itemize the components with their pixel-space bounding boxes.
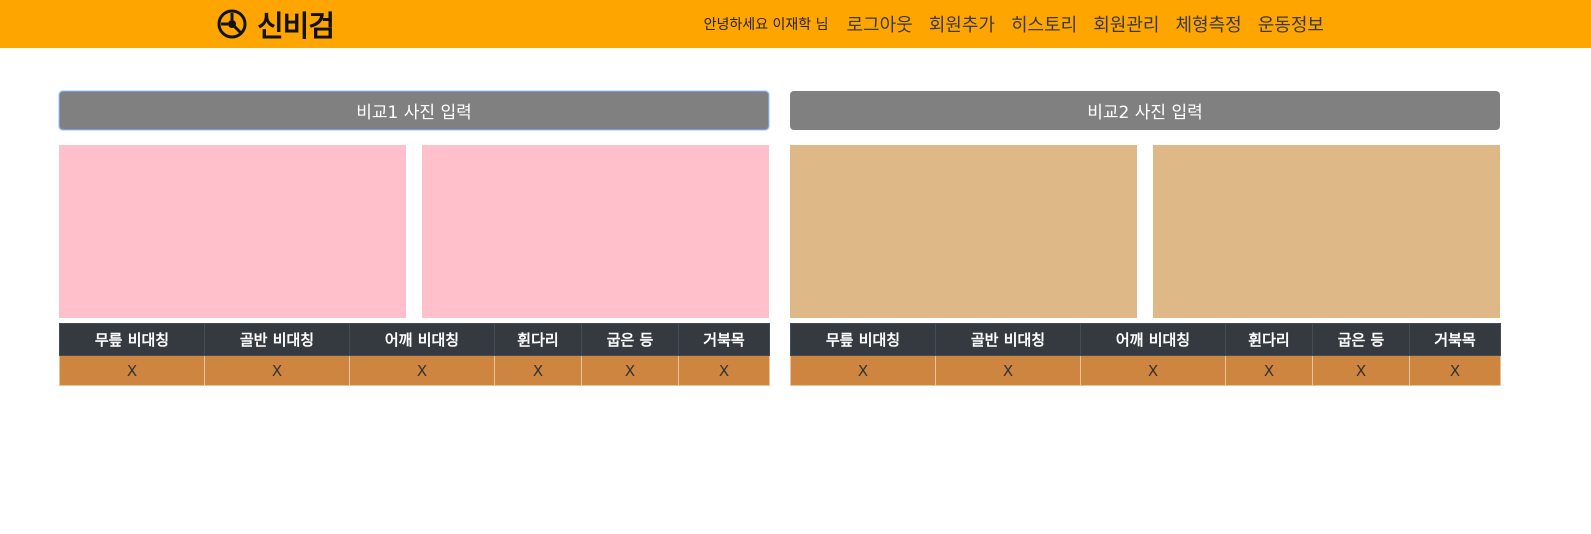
brand-logo-icon xyxy=(217,9,247,39)
column-header: 휜다리 xyxy=(1225,323,1313,356)
user-greeting: 안녕하세요 이재학 님 xyxy=(703,17,829,33)
compare1-photo-front[interactable] xyxy=(59,145,406,318)
table-cell: X xyxy=(581,355,679,386)
table-cell: X xyxy=(494,355,582,386)
compare1-photo-side[interactable] xyxy=(422,145,769,318)
compare1-photos xyxy=(59,145,769,318)
table-row: X X X X X X xyxy=(59,355,770,386)
brand[interactable]: 신비검 xyxy=(217,6,335,43)
table-cell: X xyxy=(678,355,770,386)
table-cell: X xyxy=(59,355,205,386)
compare2-photo-front[interactable] xyxy=(790,145,1137,318)
table-cell: X xyxy=(1312,355,1410,386)
table-cell: X xyxy=(935,355,1081,386)
compare-panel-2: 비교2 사진 입력 무릎 비대칭 골반 비대칭 어깨 비대칭 휜다리 굽은 등 … xyxy=(790,91,1501,386)
column-header: 골반 비대칭 xyxy=(204,323,350,356)
column-header: 무릎 비대칭 xyxy=(59,323,205,356)
nav-history[interactable]: 히스토리 xyxy=(1011,11,1077,37)
table-cell: X xyxy=(1080,355,1226,386)
compare2-photo-upload-button[interactable]: 비교2 사진 입력 xyxy=(790,91,1500,130)
column-header: 휜다리 xyxy=(494,323,582,356)
compare1-photo-upload-button[interactable]: 비교1 사진 입력 xyxy=(59,91,769,130)
compare2-result-table: 무릎 비대칭 골반 비대칭 어깨 비대칭 휜다리 굽은 등 거북목 X X X … xyxy=(790,323,1501,386)
compare1-result-table: 무릎 비대칭 골반 비대칭 어깨 비대칭 휜다리 굽은 등 거북목 X X X … xyxy=(59,323,770,386)
nav-add-member[interactable]: 회원추가 xyxy=(929,11,995,37)
column-header: 무릎 비대칭 xyxy=(790,323,936,356)
column-header: 거북목 xyxy=(1409,323,1501,356)
table-cell: X xyxy=(790,355,936,386)
nav-body-measurement[interactable]: 체형측정 xyxy=(1176,11,1242,37)
nav-menu: 안녕하세요 이재학 님 로그아웃 회원추가 히스토리 회원관리 체형측정 운동정… xyxy=(704,0,1324,48)
column-header: 굽은 등 xyxy=(1312,323,1410,356)
table-header-row: 무릎 비대칭 골반 비대칭 어깨 비대칭 휜다리 굽은 등 거북목 xyxy=(59,323,770,356)
nav-logout[interactable]: 로그아웃 xyxy=(847,11,913,37)
compare2-photos xyxy=(790,145,1500,318)
compare-panel-1: 비교1 사진 입력 무릎 비대칭 골반 비대칭 어깨 비대칭 휜다리 굽은 등 … xyxy=(59,91,770,386)
column-header: 골반 비대칭 xyxy=(935,323,1081,356)
nav-member-management[interactable]: 회원관리 xyxy=(1093,11,1159,37)
column-header: 거북목 xyxy=(678,323,770,356)
table-cell: X xyxy=(349,355,495,386)
column-header: 어깨 비대칭 xyxy=(1080,323,1226,356)
table-row: X X X X X X xyxy=(790,355,1501,386)
table-header-row: 무릎 비대칭 골반 비대칭 어깨 비대칭 휜다리 굽은 등 거북목 xyxy=(790,323,1501,356)
nav-exercise-info[interactable]: 운동정보 xyxy=(1258,11,1324,37)
top-navbar: 신비검 안녕하세요 이재학 님 로그아웃 회원추가 히스토리 회원관리 체형측정… xyxy=(0,0,1591,48)
table-cell: X xyxy=(1409,355,1501,386)
brand-name: 신비검 xyxy=(257,9,335,43)
column-header: 어깨 비대칭 xyxy=(349,323,495,356)
table-cell: X xyxy=(1225,355,1313,386)
table-cell: X xyxy=(204,355,350,386)
column-header: 굽은 등 xyxy=(581,323,679,356)
compare2-photo-side[interactable] xyxy=(1153,145,1500,318)
